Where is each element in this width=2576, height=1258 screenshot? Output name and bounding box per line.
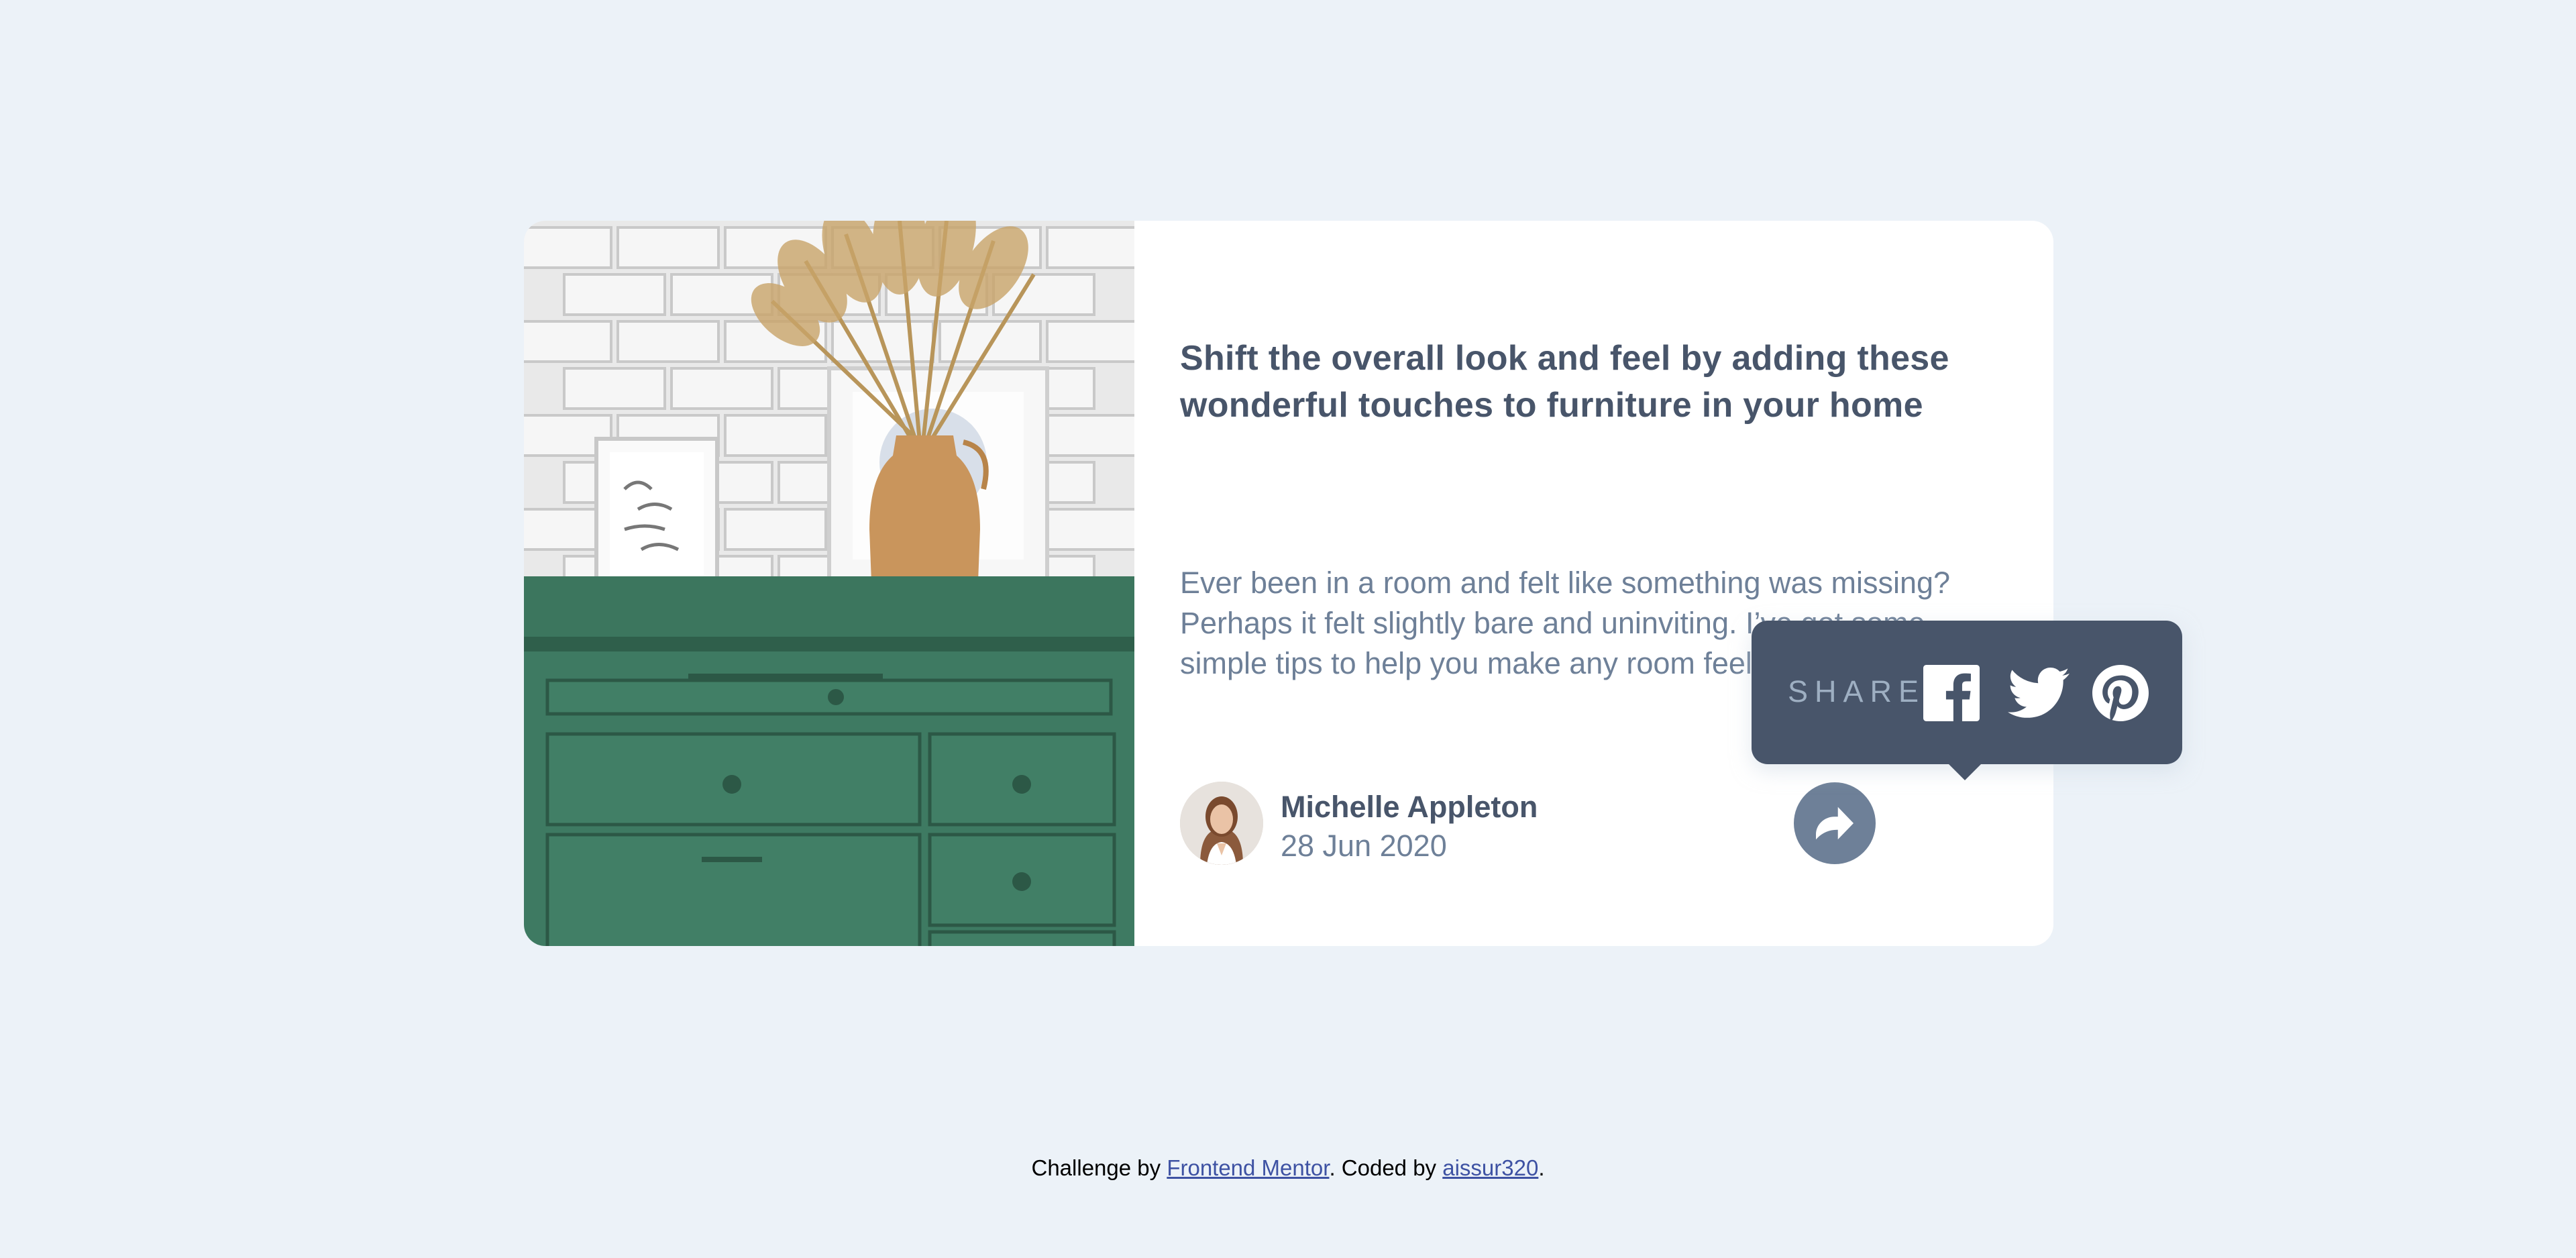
twitter-icon[interactable] — [2008, 665, 2070, 721]
article-card: Shift the overall look and feel by addin… — [524, 221, 2182, 946]
footer-suffix: . — [1538, 1155, 1545, 1180]
share-tooltip: SHARE — [1752, 621, 2182, 780]
footer-prefix: Challenge by — [1031, 1155, 1167, 1180]
share-button[interactable] — [1794, 782, 1876, 864]
drawers-image — [524, 221, 1134, 946]
pinterest-icon[interactable] — [2092, 665, 2149, 721]
avatar — [1180, 782, 1263, 865]
author-link[interactable]: aissur320 — [1442, 1155, 1538, 1180]
share-label: SHARE — [1788, 674, 1926, 709]
footer-middle: . Coded by — [1329, 1155, 1443, 1180]
author-block: Michelle Appleton 28 Jun 2020 — [1180, 782, 2005, 865]
frontend-mentor-link[interactable]: Frontend Mentor — [1167, 1155, 1329, 1180]
share-arrow-icon — [1816, 806, 1854, 840]
publish-date: 28 Jun 2020 — [1281, 829, 1447, 863]
article-headline: Shift the overall look and feel by addin… — [1180, 339, 1949, 425]
facebook-icon[interactable] — [1923, 665, 1980, 721]
article-content: Shift the overall look and feel by addin… — [1180, 221, 2005, 946]
attribution-footer: Challenge by Frontend Mentor. Coded by a… — [0, 1155, 2576, 1181]
author-name: Michelle Appleton — [1281, 790, 1538, 824]
